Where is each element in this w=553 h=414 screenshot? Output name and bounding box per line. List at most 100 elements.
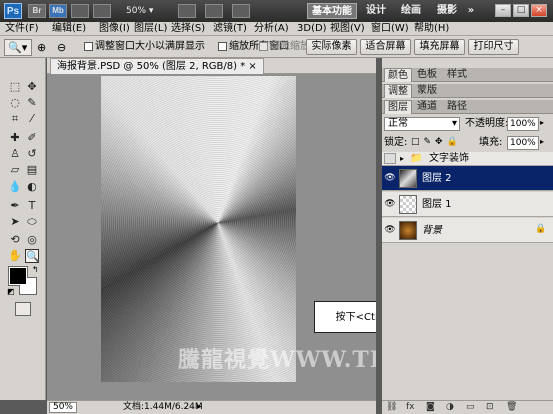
tab-layers[interactable]: 图层 (384, 100, 412, 114)
hand-icon[interactable] (93, 4, 111, 18)
swap-colors-icon[interactable]: ↰ (32, 265, 39, 274)
link-layers-icon[interactable]: ⛓ (386, 401, 397, 414)
path-selection-tool-icon[interactable]: ➤ (8, 215, 22, 229)
tab-swatches[interactable]: 色板 (414, 68, 440, 82)
lock-icons[interactable]: □✎✥🔒 (411, 137, 462, 147)
screen-mode-icon[interactable] (178, 4, 196, 18)
layer-row[interactable]: 👁 背景 🔒 (382, 218, 553, 243)
opacity-field[interactable]: 100% (507, 117, 539, 131)
document-size-info[interactable]: 文档:1.44M/6.24M (123, 401, 203, 414)
3d-orbit-tool-icon[interactable]: ◎ (25, 233, 39, 247)
view-extras-icon[interactable] (71, 4, 89, 18)
quick-selection-tool-icon[interactable]: ✎ (25, 96, 39, 110)
fit-screen-button[interactable]: 适合屏幕 (360, 39, 411, 55)
bridge-button[interactable]: Br (28, 4, 46, 18)
3d-rotate-tool-icon[interactable]: ⟲ (8, 233, 22, 247)
move-tool-icon[interactable]: ✥ (25, 80, 39, 94)
canvas-image[interactable] (101, 76, 296, 382)
menu-file[interactable]: 文件(F) (5, 22, 39, 36)
healing-brush-tool-icon[interactable]: ✚ (8, 131, 22, 145)
print-size-button[interactable]: 打印尺寸 (468, 39, 519, 55)
tab-paths[interactable]: 路径 (444, 100, 470, 114)
eye-icon[interactable]: 👁 (384, 224, 396, 236)
minimize-button[interactable]: – (495, 4, 511, 17)
type-tool-icon[interactable]: T (25, 199, 39, 213)
hand-tool-icon[interactable]: ✋ (8, 249, 22, 263)
fill-label: 填充: (479, 137, 503, 148)
maximize-button[interactable]: □ (513, 4, 529, 17)
tab-styles[interactable]: 样式 (444, 68, 470, 82)
status-menu-arrow-icon[interactable]: ▸ (197, 401, 202, 414)
brush-tool-icon[interactable]: ✐ (25, 131, 39, 145)
group-expand-icon[interactable]: ▸ (400, 152, 404, 166)
tab-adjustments[interactable]: 调整 (384, 84, 412, 98)
menu-layer[interactable]: 图层(L) (134, 22, 167, 36)
actual-pixels-button[interactable]: 实际像素 (306, 39, 357, 55)
quick-mask-icon[interactable] (15, 302, 31, 316)
dodge-tool-icon[interactable]: ◐ (25, 180, 39, 194)
layer-thumbnail (399, 195, 417, 214)
lasso-tool-icon[interactable]: ◌ (8, 96, 22, 110)
tab-color[interactable]: 颜色 (384, 68, 412, 82)
default-colors-icon[interactable]: ◩ (7, 287, 15, 296)
workspace-painting-button[interactable]: 绘画 (396, 3, 426, 19)
blur-tool-icon[interactable]: 💧 (8, 180, 22, 194)
shape-tool-icon[interactable]: ⬭ (25, 215, 39, 229)
group-visibility-toggle[interactable] (384, 153, 396, 164)
document-tab[interactable]: 海报背景.PSD @ 50% (图层 2, RGB/8) * × (50, 58, 264, 74)
zoom-level-dropdown[interactable]: 50% ▾ (120, 4, 168, 18)
arrange-documents-icon[interactable] (205, 4, 223, 18)
tool-preset-picker[interactable]: 🔍▾ (4, 39, 32, 56)
menu-help[interactable]: 帮助(H) (414, 22, 449, 36)
eye-icon[interactable]: 👁 (384, 172, 396, 184)
menu-filter[interactable]: 滤镜(T) (213, 22, 247, 36)
layout-icon[interactable] (232, 4, 250, 18)
menu-analysis[interactable]: 分析(A) (254, 22, 289, 36)
opacity-arrow-icon[interactable]: ▸ (540, 118, 544, 127)
zoom-all-windows-checkbox[interactable] (218, 42, 227, 51)
eyedropper-tool-icon[interactable]: ⁄ (25, 112, 39, 126)
history-brush-tool-icon[interactable]: ↺ (25, 147, 39, 161)
new-layer-icon[interactable]: ⊡ (486, 401, 494, 414)
menu-edit[interactable]: 编辑(E) (52, 22, 86, 36)
layer-style-icon[interactable]: fx (406, 401, 415, 414)
menu-view[interactable]: 视图(V) (330, 22, 365, 36)
workspace-design-button[interactable]: 设计 (362, 3, 390, 19)
layer-row[interactable]: 👁 图层 1 (382, 192, 553, 217)
tab-channels[interactable]: 通道 (414, 100, 440, 114)
tab-masks[interactable]: 蒙版 (414, 84, 440, 98)
zoom-in-icon[interactable]: ⊕ (37, 41, 46, 54)
mini-bridge-button[interactable]: Mb (49, 4, 67, 18)
fill-arrow-icon[interactable]: ▸ (540, 137, 544, 146)
menu-window[interactable]: 窗口(W) (371, 22, 409, 36)
zoom-tool-icon[interactable]: 🔍 (25, 249, 40, 263)
clone-stamp-tool-icon[interactable]: ♙ (8, 147, 22, 161)
menu-select[interactable]: 选择(S) (171, 22, 205, 36)
menu-image[interactable]: 图像(I) (99, 22, 130, 36)
eye-icon[interactable]: 👁 (384, 198, 396, 210)
status-zoom-field[interactable]: 50% (49, 402, 77, 413)
workspace-essentials-button[interactable]: 基本功能 (307, 3, 357, 19)
foreground-color-swatch-front[interactable] (9, 267, 27, 285)
fill-field[interactable]: 100% (507, 136, 539, 150)
menu-3d[interactable]: 3D(D) (297, 22, 327, 36)
scrubby-zoom-checkbox[interactable] (259, 42, 268, 51)
close-button[interactable]: × (531, 4, 547, 17)
new-group-icon[interactable]: ▭ (466, 401, 475, 414)
workspace-photography-button[interactable]: 摄影 (432, 3, 462, 19)
marquee-tool-icon[interactable]: ⬚ (8, 80, 22, 94)
adjustment-layer-icon[interactable]: ◑ (446, 401, 454, 414)
resize-windows-checkbox[interactable] (84, 42, 93, 51)
crop-tool-icon[interactable]: ⌗ (8, 112, 22, 126)
workspace-more-button[interactable]: » (464, 3, 478, 19)
zoom-out-icon[interactable]: ⊖ (57, 41, 66, 54)
eraser-tool-icon[interactable]: ▱ (8, 163, 22, 177)
delete-layer-icon[interactable]: 🗑 (506, 401, 517, 414)
blend-mode-select[interactable]: 正常 ▾ (384, 117, 460, 131)
layer-group-row[interactable]: ▸ 📁 文字装饰 (382, 152, 553, 166)
layer-row[interactable]: 👁 图层 2 (382, 166, 553, 191)
gradient-tool-icon[interactable]: ▤ (25, 163, 39, 177)
layer-mask-icon[interactable]: ◙ (426, 401, 435, 414)
fill-screen-button[interactable]: 填充屏幕 (414, 39, 465, 55)
pen-tool-icon[interactable]: ✒ (8, 199, 22, 213)
